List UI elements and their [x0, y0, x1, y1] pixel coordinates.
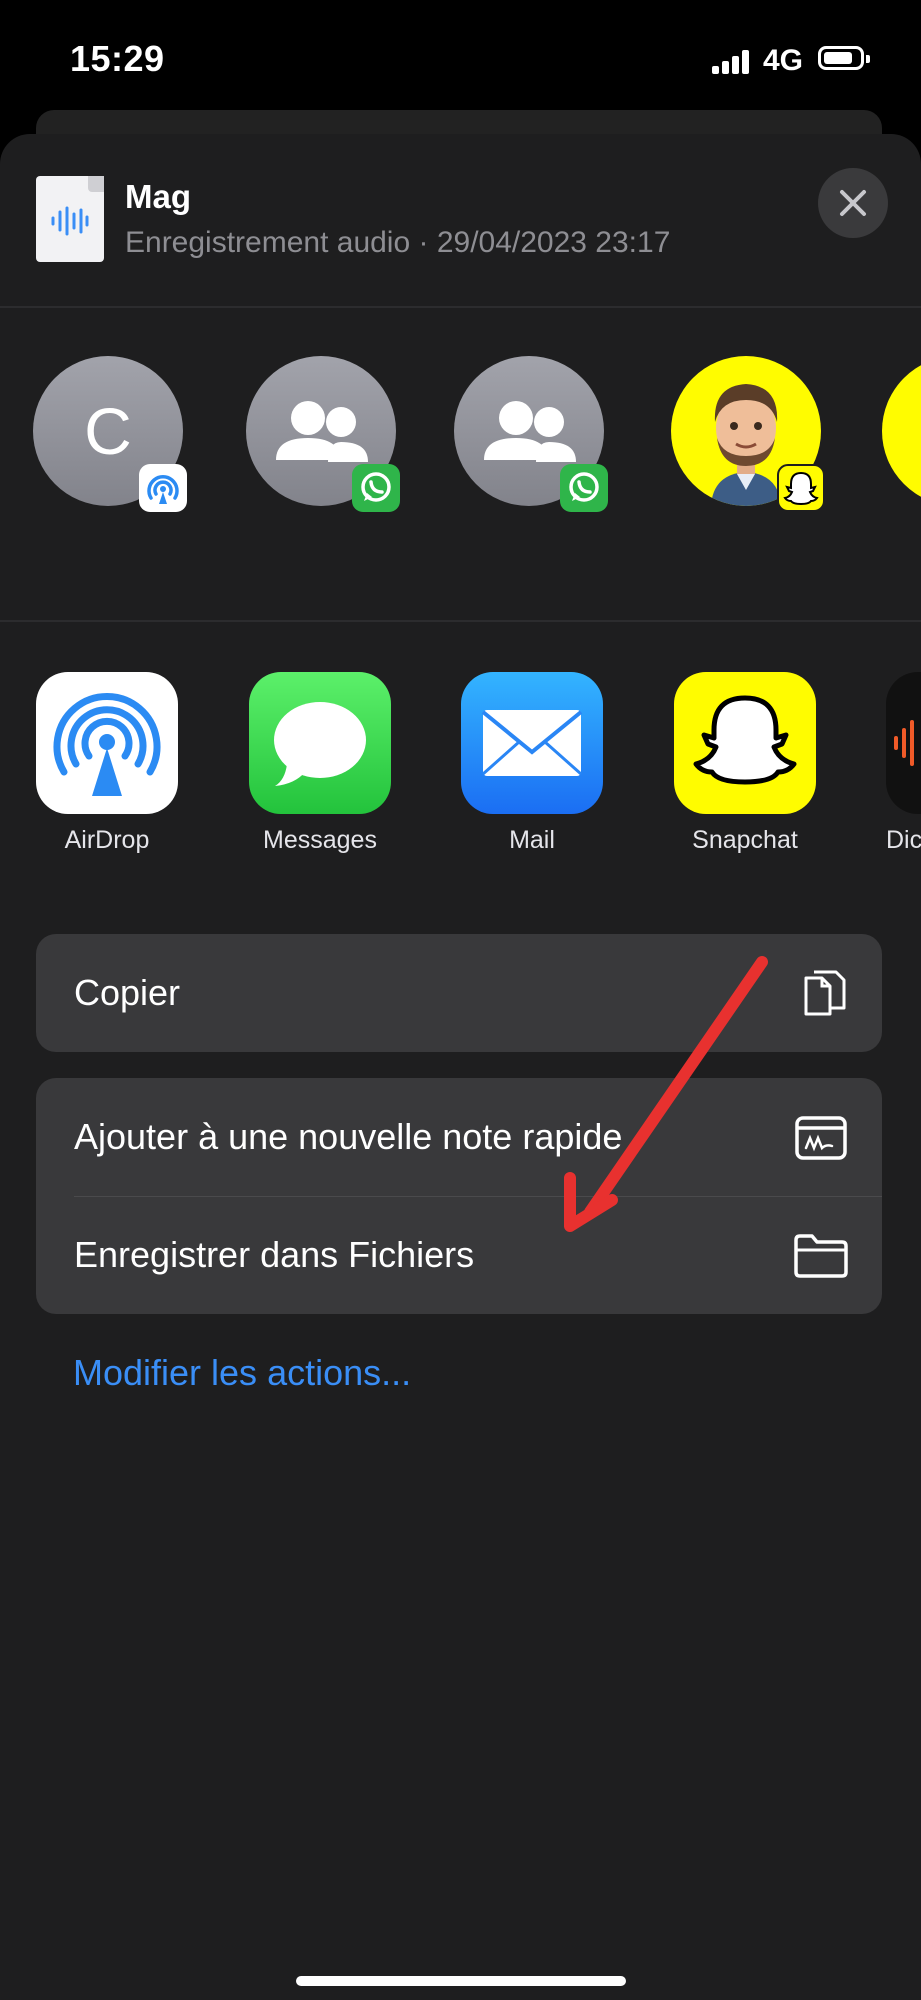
close-button[interactable]	[818, 168, 888, 238]
copy-action-group: Copier	[36, 934, 882, 1052]
contact-suggestion[interactable]: C	[33, 356, 187, 512]
quick-note-icon	[795, 1116, 847, 1160]
copy-action[interactable]: Copier	[36, 934, 882, 1052]
app-dictaphone[interactable]: Dic	[886, 672, 921, 855]
messages-icon	[249, 672, 391, 814]
dictaphone-icon	[886, 672, 921, 814]
actions-group: Ajouter à une nouvelle note rapide Enreg…	[36, 1078, 882, 1314]
whatsapp-badge-icon	[352, 464, 400, 512]
network-type: 4G	[763, 44, 804, 77]
status-time: 15:29	[70, 38, 165, 79]
app-mail[interactable]: Mail	[461, 672, 603, 855]
close-icon	[840, 190, 866, 216]
header-divider	[0, 306, 921, 308]
snapchat-badge-icon	[777, 464, 825, 512]
contact-suggestion[interactable]	[246, 356, 400, 512]
snapchat-icon	[674, 672, 816, 814]
modify-actions-link[interactable]: Modifier les actions...	[73, 1352, 411, 1394]
airdrop-icon	[36, 672, 178, 814]
save-to-files-action[interactable]: Enregistrer dans Fichiers	[36, 1196, 882, 1314]
app-airdrop[interactable]: AirDrop	[36, 672, 178, 855]
bitmoji-avatar	[882, 356, 921, 506]
app-label: Dic	[886, 826, 921, 854]
status-bar: 15:29 4G	[0, 0, 921, 120]
audio-file-icon	[36, 176, 104, 262]
app-label: Snapchat	[692, 826, 798, 854]
contact-suggestion[interactable]	[671, 356, 825, 512]
app-label: AirDrop	[64, 826, 150, 854]
copy-label: Copier	[74, 972, 181, 1013]
airdrop-badge-icon	[139, 464, 187, 512]
contacts-divider	[0, 620, 921, 622]
copy-icon	[804, 970, 846, 1016]
mail-icon	[461, 672, 603, 814]
quick-note-label: Ajouter à une nouvelle note rapide	[74, 1116, 623, 1157]
app-messages[interactable]: Messages	[249, 672, 391, 855]
cellular-signal-icon	[712, 50, 752, 74]
quick-note-action[interactable]: Ajouter à une nouvelle note rapide	[36, 1078, 882, 1197]
app-label: Messages	[263, 826, 377, 854]
folder-icon	[794, 1234, 848, 1278]
app-label: Mail	[509, 826, 555, 854]
home-indicator[interactable]	[296, 1976, 626, 1986]
share-sheet: Mag Enregistrement audio · 29/04/2023 23…	[0, 134, 921, 2000]
save-to-files-label: Enregistrer dans Fichiers	[74, 1234, 475, 1275]
file-title: Mag	[125, 178, 191, 215]
contact-suggestion[interactable]	[882, 356, 921, 506]
app-snapchat[interactable]: Snapchat	[674, 672, 816, 855]
file-meta: Enregistrement audio · 29/04/2023 23:17	[125, 226, 671, 259]
battery-icon	[818, 46, 870, 70]
contact-suggestion[interactable]	[454, 356, 608, 512]
whatsapp-badge-icon	[560, 464, 608, 512]
